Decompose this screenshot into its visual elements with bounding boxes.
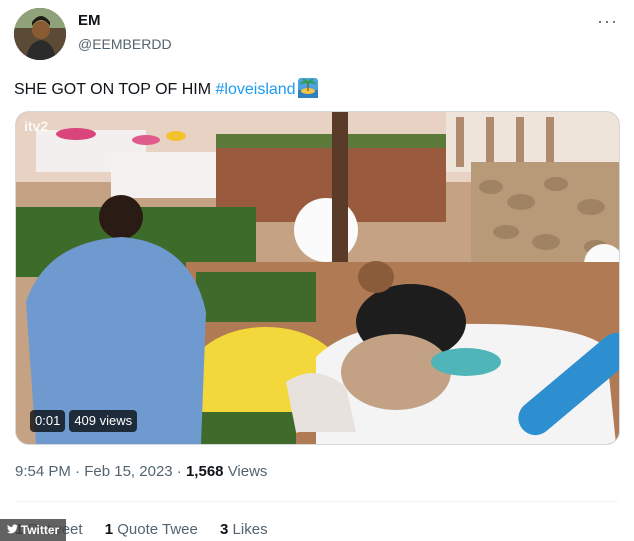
video-timestamp: 0:01 (30, 410, 66, 432)
likes-count: 3 (220, 521, 229, 538)
twitter-bird-icon (6, 523, 18, 537)
video-player[interactable]: itv2 0:01 409 views (15, 111, 620, 445)
tweet-meta: 9:54 PM · Feb 15, 2023 · 1,568 Views (15, 463, 267, 480)
avatar[interactable] (14, 8, 66, 60)
views-label: Views (227, 463, 268, 480)
island-emoji-icon (297, 78, 318, 98)
likes-label: Likes (232, 521, 268, 538)
itv2-watermark: itv2 (24, 118, 49, 134)
meta-separator: · (75, 463, 81, 480)
meta-separator-2: · (176, 463, 182, 480)
tweet-text-body: SHE GOT ON TOP OF HIM (14, 81, 216, 98)
hashtag-link[interactable]: #loveisland (216, 81, 296, 98)
quotes-label: Quote Twee (117, 521, 198, 538)
tweet-date[interactable]: Feb 15, 2023 (84, 463, 172, 480)
quotes-count: 1 (104, 521, 114, 538)
more-horizontal-icon[interactable]: ··· (597, 12, 618, 30)
user-handle[interactable]: @EEMBERDD (78, 36, 172, 52)
video-badge: 0:01 409 views (30, 410, 138, 432)
display-name[interactable]: EM (78, 12, 101, 29)
twitter-label: Twitter (20, 523, 60, 537)
tweet-text: SHE GOT ON TOP OF HIM #loveisland (14, 78, 318, 99)
tweet-time[interactable]: 9:54 PM (15, 463, 71, 480)
likes-stat[interactable]: 3 Likes (220, 521, 268, 538)
views-count: 1,568 (185, 463, 224, 480)
twitter-watermark: Twitter (0, 519, 66, 541)
quotes-stat[interactable]: 1 Quote Twee (105, 521, 198, 538)
divider (15, 501, 618, 502)
video-frame (16, 112, 619, 444)
video-views: 409 views (69, 410, 138, 432)
